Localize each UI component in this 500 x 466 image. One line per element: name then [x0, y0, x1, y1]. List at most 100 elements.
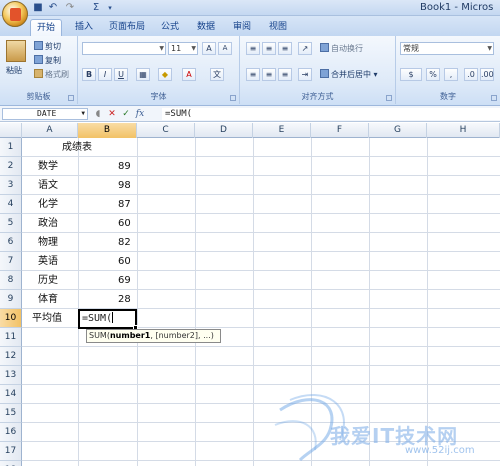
column-header-b[interactable]: B: [78, 123, 137, 138]
copy-button[interactable]: 复制: [34, 54, 61, 67]
indent-button[interactable]: ⇥: [298, 68, 312, 81]
tab-formulas[interactable]: 公式: [156, 19, 184, 36]
score-cell[interactable]: 60: [118, 214, 131, 233]
tab-page-layout[interactable]: 页面布局: [104, 19, 150, 36]
row-header-selected[interactable]: 10: [0, 309, 22, 328]
active-cell-b10[interactable]: =SUM(: [78, 309, 137, 329]
subject-cell[interactable]: 物理: [38, 233, 58, 252]
cancel-icon[interactable]: ✕: [106, 108, 118, 120]
row-header[interactable]: 17: [0, 442, 22, 461]
row-header[interactable]: 15: [0, 404, 22, 423]
font-size-combo[interactable]: 11 ▼: [168, 42, 198, 55]
align-bottom-button[interactable]: ≡: [278, 42, 292, 55]
column-header-f[interactable]: F: [311, 123, 369, 138]
font-color-button[interactable]: A: [182, 68, 196, 81]
row-header[interactable]: 12: [0, 347, 22, 366]
format-painter-button[interactable]: 格式刷: [34, 68, 69, 81]
insert-function-icon[interactable]: fx: [134, 108, 146, 120]
score-cell[interactable]: 89: [118, 157, 131, 176]
column-header-a[interactable]: A: [22, 123, 78, 138]
number-launcher-icon[interactable]: [491, 95, 497, 101]
column-header-g[interactable]: G: [369, 123, 427, 138]
score-cell[interactable]: 82: [118, 233, 131, 252]
percent-button[interactable]: %: [426, 68, 440, 81]
function-argument-tooltip[interactable]: SUM(number1, [number2], ...): [86, 329, 221, 343]
tab-review[interactable]: 审阅: [228, 19, 256, 36]
row-header[interactable]: 13: [0, 366, 22, 385]
tab-home[interactable]: 开始: [30, 19, 62, 36]
row-header[interactable]: 11: [0, 328, 22, 347]
row-header[interactable]: 18: [0, 461, 22, 466]
subject-cell[interactable]: 化学: [38, 195, 58, 214]
score-cell[interactable]: 28: [118, 290, 131, 309]
merge-center-button[interactable]: 合并后居中 ▾: [320, 68, 378, 81]
decrease-decimal-button[interactable]: .00: [480, 68, 494, 81]
column-header-h[interactable]: H: [427, 123, 500, 138]
underline-button[interactable]: U: [114, 68, 128, 81]
subject-cell[interactable]: 英语: [38, 252, 58, 271]
wrap-text-button[interactable]: 自动换行: [320, 42, 363, 55]
align-left-button[interactable]: ≡: [246, 68, 260, 81]
enter-icon[interactable]: ✓: [120, 108, 132, 120]
undo-icon[interactable]: ↶: [47, 2, 59, 14]
sheet-title-cell[interactable]: 成绩表: [62, 138, 92, 157]
average-label-cell[interactable]: 平均值: [32, 309, 62, 328]
cut-button[interactable]: 剪切: [34, 40, 61, 53]
comma-button[interactable]: ,: [444, 68, 458, 81]
number-format-combo[interactable]: 常规 ▼: [400, 42, 494, 55]
row-header[interactable]: 5: [0, 214, 22, 233]
column-header-e[interactable]: E: [253, 123, 311, 138]
autosum-icon[interactable]: Σ: [90, 2, 102, 14]
row-header[interactable]: 14: [0, 385, 22, 404]
row-header[interactable]: 7: [0, 252, 22, 271]
row-header[interactable]: 4: [0, 195, 22, 214]
subject-cell[interactable]: 语文: [38, 176, 58, 195]
increase-decimal-button[interactable]: .0: [464, 68, 478, 81]
tab-view[interactable]: 视图: [264, 19, 292, 36]
shrink-font-button[interactable]: A: [218, 42, 232, 55]
score-cell[interactable]: 60: [118, 252, 131, 271]
formula-input[interactable]: =SUM(: [162, 108, 500, 120]
phonetic-button[interactable]: 文: [210, 68, 224, 81]
office-button[interactable]: [2, 1, 28, 27]
currency-button[interactable]: $: [400, 68, 422, 81]
subject-cell[interactable]: 政治: [38, 214, 58, 233]
score-cell[interactable]: 98: [118, 176, 131, 195]
grow-font-button[interactable]: A: [202, 42, 216, 55]
font-name-combo[interactable]: ▼: [82, 42, 166, 55]
tab-insert[interactable]: 插入: [70, 19, 98, 36]
align-center-button[interactable]: ≡: [262, 68, 276, 81]
bold-button[interactable]: B: [82, 68, 96, 81]
align-middle-button[interactable]: ≡: [262, 42, 276, 55]
expand-icon[interactable]: ◖: [92, 108, 104, 120]
orientation-button[interactable]: ↗: [298, 42, 312, 55]
score-cell[interactable]: 69: [118, 271, 131, 290]
row-header[interactable]: 3: [0, 176, 22, 195]
row-header[interactable]: 2: [0, 157, 22, 176]
redo-icon[interactable]: ↷: [64, 2, 76, 14]
font-launcher-icon[interactable]: [230, 95, 236, 101]
align-top-button[interactable]: ≡: [246, 42, 260, 55]
tab-data[interactable]: 数据: [192, 19, 220, 36]
row-header[interactable]: 1: [0, 138, 22, 157]
score-cell[interactable]: 87: [118, 195, 131, 214]
paste-icon[interactable]: [6, 40, 26, 62]
select-all-corner[interactable]: [0, 123, 22, 138]
fill-color-button[interactable]: ◆: [158, 68, 172, 81]
subject-cell[interactable]: 历史: [38, 271, 58, 290]
name-box[interactable]: DATE ▼: [2, 108, 88, 120]
row-header[interactable]: 9: [0, 290, 22, 309]
alignment-launcher-icon[interactable]: [386, 95, 392, 101]
subject-cell[interactable]: 数学: [38, 157, 58, 176]
subject-cell[interactable]: 体育: [38, 290, 58, 309]
row-header[interactable]: 6: [0, 233, 22, 252]
italic-button[interactable]: I: [98, 68, 112, 81]
column-header-d[interactable]: D: [195, 123, 253, 138]
align-right-button[interactable]: ≡: [278, 68, 292, 81]
row-header[interactable]: 8: [0, 271, 22, 290]
border-button[interactable]: ▦: [136, 68, 150, 81]
row-header[interactable]: 16: [0, 423, 22, 442]
clipboard-launcher-icon[interactable]: [68, 95, 74, 101]
save-icon[interactable]: ■: [32, 2, 44, 14]
paste-button[interactable]: 粘贴: [6, 64, 22, 77]
